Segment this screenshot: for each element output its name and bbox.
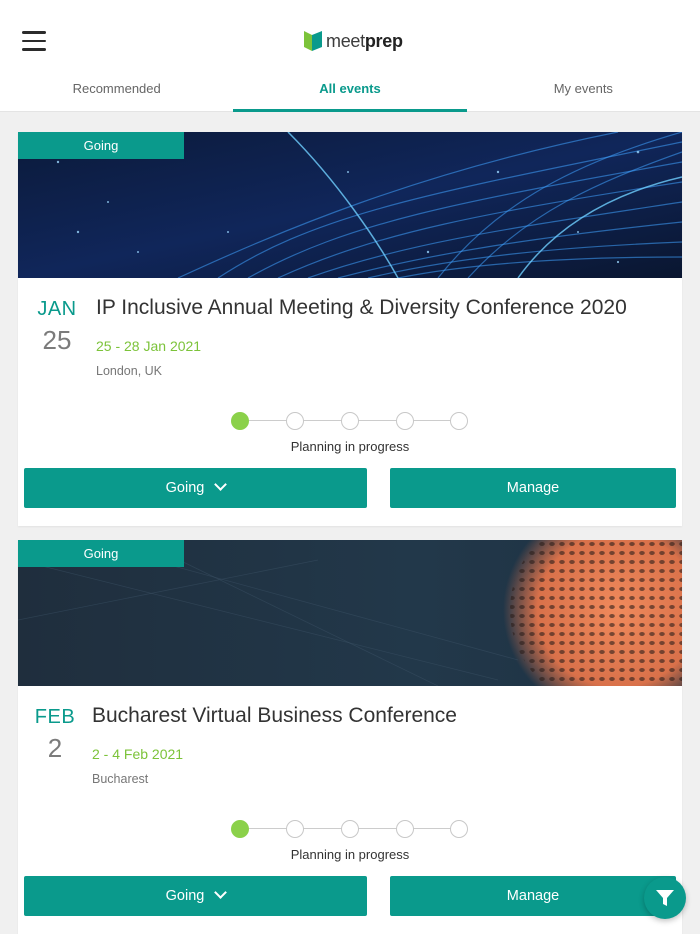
planning-progress-stepper xyxy=(230,820,470,838)
event-tabs: Recommended All events My events xyxy=(0,72,700,112)
manage-button[interactable]: Manage xyxy=(390,876,676,916)
progress-step xyxy=(450,820,468,838)
event-day: 2 xyxy=(47,733,63,763)
event-month: FEB xyxy=(34,706,76,728)
progress-step xyxy=(286,412,304,430)
app-header: meetprep Recommended All events My event… xyxy=(0,0,700,112)
hamburger-menu-icon[interactable] xyxy=(22,31,46,51)
meetprep-logo: meetprep xyxy=(303,28,403,54)
event-date-block: FEB 2 xyxy=(18,706,92,764)
chevron-down-icon xyxy=(214,886,228,899)
progress-step xyxy=(396,820,414,838)
event-info: IP Inclusive Annual Meeting & Diversity … xyxy=(96,296,627,378)
logo-text-prep: prep xyxy=(364,30,403,51)
progress-step xyxy=(450,412,468,430)
event-card[interactable]: Going FEB 2 Bucharest Virtual Business C… xyxy=(18,540,682,934)
progress-step-done xyxy=(231,820,249,838)
event-card[interactable]: Going JAN 25 IP Inclusive Annual Meeting… xyxy=(18,132,682,526)
going-button-label: Going xyxy=(165,480,205,496)
manage-button[interactable]: Manage xyxy=(390,468,676,508)
event-date-block: JAN 25 xyxy=(18,298,96,356)
tab-recommended[interactable]: Recommended xyxy=(0,72,233,112)
going-dropdown-button[interactable]: Going xyxy=(24,876,367,916)
logo-text-meet: meet xyxy=(326,30,365,51)
going-button-label: Going xyxy=(165,888,205,904)
event-title[interactable]: IP Inclusive Annual Meeting & Diversity … xyxy=(96,296,627,320)
event-banner-image: Going xyxy=(18,132,682,278)
event-location: London, UK xyxy=(96,364,163,378)
tab-all-events[interactable]: All events xyxy=(233,72,467,112)
planning-progress-stepper xyxy=(230,412,470,430)
filter-icon xyxy=(656,890,674,906)
tab-my-events[interactable]: My events xyxy=(467,72,700,112)
event-day: 25 xyxy=(42,325,72,355)
filter-fab-button[interactable] xyxy=(644,877,686,919)
planning-status-text: Planning in progress xyxy=(290,847,410,862)
event-date-range: 2 - 4 Feb 2021 xyxy=(92,746,184,762)
logo-mark-icon xyxy=(304,31,322,51)
event-info: Bucharest Virtual Business Conference 2 … xyxy=(92,704,457,786)
event-title[interactable]: Bucharest Virtual Business Conference xyxy=(92,704,457,728)
going-status-tag: Going xyxy=(18,540,184,567)
event-location: Bucharest xyxy=(92,772,149,786)
event-date-range: 25 - 28 Jan 2021 xyxy=(96,338,202,354)
planning-status-text: Planning in progress xyxy=(290,439,410,454)
progress-step xyxy=(286,820,304,838)
progress-step-done xyxy=(231,412,249,430)
going-status-tag: Going xyxy=(18,132,184,159)
progress-step xyxy=(396,412,414,430)
chevron-down-icon xyxy=(214,478,228,491)
going-dropdown-button[interactable]: Going xyxy=(24,468,367,508)
event-month: JAN xyxy=(37,298,77,320)
progress-step xyxy=(341,820,359,838)
event-banner-image: Going xyxy=(18,540,682,686)
progress-step xyxy=(341,412,359,430)
